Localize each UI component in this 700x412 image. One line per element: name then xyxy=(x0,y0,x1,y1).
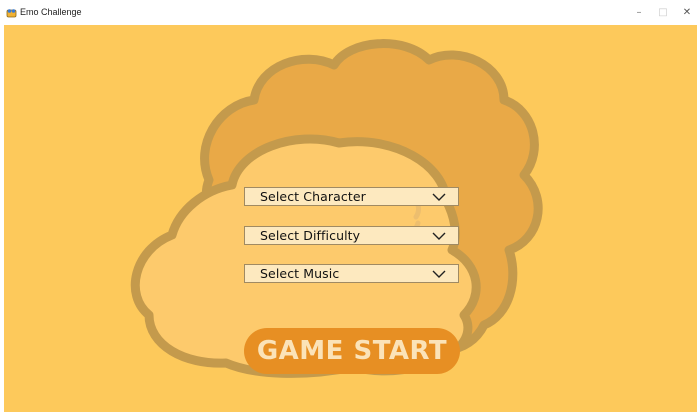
game-canvas: Select Character Select Difficulty Selec… xyxy=(4,25,697,412)
maximize-button[interactable]: □ xyxy=(652,4,674,21)
minimize-button[interactable]: – xyxy=(628,4,650,21)
select-character-label: Select Character xyxy=(260,189,366,204)
select-character-dropdown[interactable]: Select Character xyxy=(244,187,459,206)
title-bar: Emo Challenge – □ ✕ xyxy=(0,0,700,25)
select-difficulty-dropdown[interactable]: Select Difficulty xyxy=(244,226,459,245)
chevron-down-icon xyxy=(432,232,446,240)
chevron-down-icon xyxy=(432,270,446,278)
select-music-label: Select Music xyxy=(260,266,340,281)
game-start-button[interactable]: GAME START xyxy=(244,328,460,374)
select-music-dropdown[interactable]: Select Music xyxy=(244,264,459,283)
chevron-down-icon xyxy=(432,193,446,201)
select-difficulty-label: Select Difficulty xyxy=(260,228,361,243)
window-title: Emo Challenge xyxy=(20,7,82,17)
app-icon xyxy=(6,9,17,18)
game-start-label: GAME START xyxy=(256,336,448,366)
close-button[interactable]: ✕ xyxy=(676,4,698,21)
